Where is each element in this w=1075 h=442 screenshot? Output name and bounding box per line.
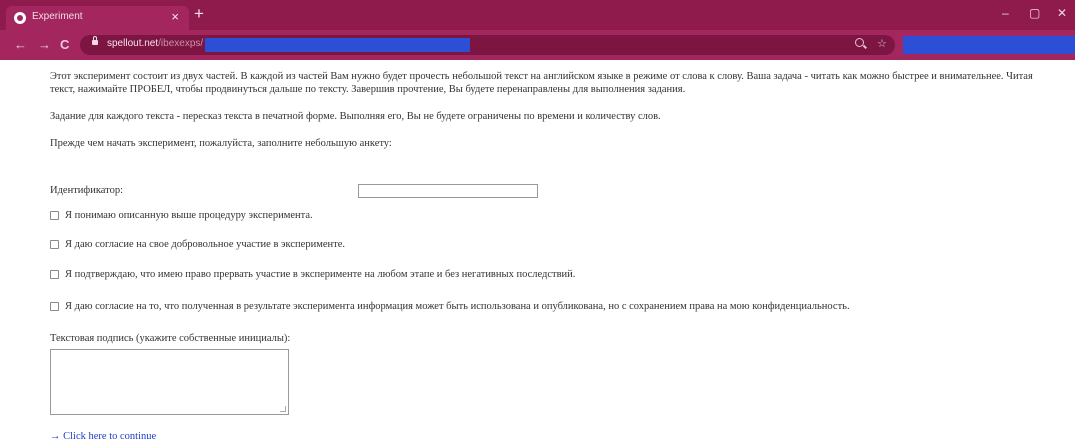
signature-label: Текстовая подпись (укажите собственные и…: [50, 333, 291, 344]
consent-row-3[interactable]: Я подтверждаю, что имею право прервать у…: [50, 267, 575, 281]
consent-checkbox-1[interactable]: [50, 210, 59, 220]
consent-row-1[interactable]: Я понимаю описанную выше процедуру экспе…: [50, 208, 313, 222]
redacted-url-block: [205, 38, 470, 52]
url-text: spellout.net/ibexexps/: [107, 38, 203, 49]
page-content: Этот эксперимент состоит из двух частей.…: [0, 60, 1075, 442]
consent-row-2[interactable]: Я даю согласие на свое добровольное учас…: [50, 237, 345, 251]
close-window-button[interactable]: ✕: [1057, 6, 1067, 20]
url-host: spellout.net: [107, 38, 159, 49]
reload-button[interactable]: C: [60, 37, 69, 52]
intro-paragraph-3: Прежде чем начать эксперимент, пожалуйст…: [50, 138, 392, 149]
continue-link[interactable]: → Click here to continue: [50, 431, 156, 442]
minimize-button[interactable]: –: [1002, 6, 1009, 20]
consent-checkbox-3[interactable]: [50, 269, 59, 279]
consent-label-1: Я понимаю описанную выше процедуру экспе…: [65, 209, 313, 221]
intro-paragraph-2: Задание для каждого текста - пересказ те…: [50, 111, 661, 122]
tab-close-icon[interactable]: ×: [171, 9, 179, 24]
globe-icon: [14, 12, 26, 24]
consent-label-3: Я подтверждаю, что имею право прервать у…: [65, 268, 576, 280]
lock-icon: [92, 36, 98, 45]
identifier-input[interactable]: [358, 184, 538, 198]
consent-row-4[interactable]: Я даю согласие на то, что полученная в р…: [50, 299, 850, 313]
consent-label-2: Я даю согласие на свое добровольное учас…: [65, 238, 345, 250]
consent-label-4: Я даю согласие на то, что полученная в р…: [65, 300, 850, 312]
browser-tab[interactable]: Experiment ×: [6, 6, 189, 30]
consent-checkbox-4[interactable]: [50, 301, 59, 311]
browser-toolbar: ← → C spellout.net/ibexexps/ ☆: [0, 30, 1075, 60]
forward-button[interactable]: →: [38, 37, 51, 52]
browser-tab-bar: Experiment × + – ▢ ✕: [0, 0, 1075, 30]
redacted-profile-block: [903, 36, 1075, 54]
zoom-icon[interactable]: [855, 38, 864, 47]
back-button[interactable]: ←: [14, 37, 27, 52]
signature-textarea[interactable]: [50, 349, 289, 415]
resize-grip-icon[interactable]: [280, 406, 286, 412]
address-bar[interactable]: spellout.net/ibexexps/ ☆: [80, 35, 895, 55]
url-path: /ibexexps/: [158, 38, 204, 49]
consent-checkbox-2[interactable]: [50, 239, 59, 249]
identifier-label: Идентификатор:: [50, 185, 124, 196]
maximize-button[interactable]: ▢: [1029, 6, 1040, 20]
tab-title: Experiment: [32, 11, 83, 22]
bookmark-star-icon[interactable]: ☆: [877, 37, 887, 50]
intro-paragraph-1: Этот эксперимент состоит из двух частей.…: [50, 71, 1033, 95]
new-tab-button[interactable]: +: [194, 4, 204, 24]
